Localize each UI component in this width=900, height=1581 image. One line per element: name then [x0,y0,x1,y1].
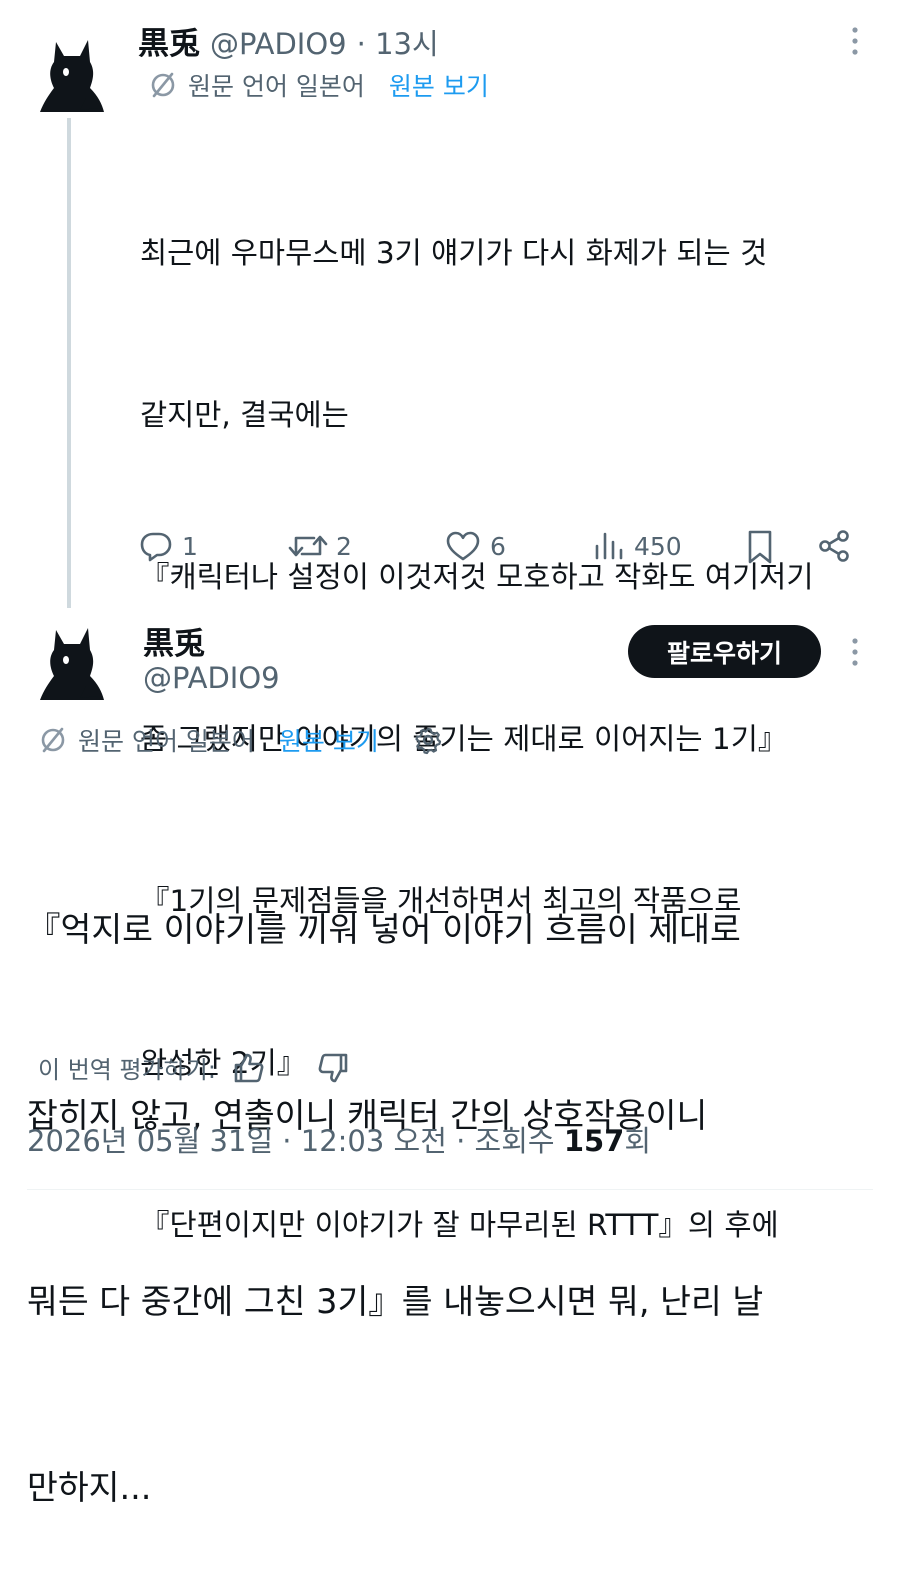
tweet-meta: 2026년 05월 31일 · 12:03 오전 · 조회수 157회 [27,1118,651,1160]
translation-row: 원문 언어 일본어 원본 보기 [38,722,443,758]
views-button[interactable]: 450 [592,528,682,564]
tweet1-actions: 1 2 6 450 [138,528,858,568]
repost-icon [288,535,328,557]
bookmark-button[interactable] [744,528,776,566]
more-icon[interactable] [851,26,859,60]
avatar[interactable] [40,626,104,702]
avatar-cat-silhouette [40,628,104,700]
translation-label: 원문 언어 일본어 [78,727,255,756]
share-button[interactable] [816,528,852,564]
follow-button[interactable]: 팔로우하기 [628,625,821,678]
translate-icon [151,72,175,98]
avatar-cat-silhouette [40,40,104,112]
views-icon [595,532,623,560]
reply-icon [140,532,172,562]
translation-label: 원문 언어 일본어 [188,72,365,101]
more-icon[interactable] [851,637,859,671]
repost-button[interactable]: 2 [288,528,352,564]
tweet-line: 같지만, 결국에는 [140,398,349,432]
tweet2-text: 『억지로 이야기를 끼워 넣어 이야기 흐름이 제대로 잡히지 않고, 연출이니… [27,775,887,1581]
avatar[interactable] [40,38,104,114]
tweet-line: 최근에 우마무스메 3기 얘기가 다시 화제가 되는 것 [140,236,768,270]
thread-connector [67,118,71,608]
tweet-line: 『억지로 이야기를 끼워 넣어 이야기 흐름이 제대로 [27,910,741,949]
show-original-link[interactable]: 원본 보기 [279,722,379,758]
author-name[interactable]: 黒兎 [138,18,200,63]
view-count: 157 [563,1124,625,1158]
thumbs-down-icon[interactable] [316,1051,350,1085]
divider [27,1189,873,1190]
tweet1-header: 黒兎 @PADIO9 · 13시 [138,18,439,63]
show-original-link[interactable]: 원본 보기 [389,67,489,103]
author-handle[interactable]: @PADIO9 [143,661,280,695]
like-icon [446,531,480,561]
tweet-time[interactable]: · 13시 [357,21,439,63]
rate-label: 이 번역 평가하기: [38,1056,216,1084]
views-count: 450 [634,531,682,561]
like-button[interactable]: 6 [444,528,506,564]
reply-button[interactable]: 1 [138,528,198,564]
tweet-line: 뭐든 다 중간에 그친 3기』를 내놓으시면 뭐, 난리 날 [27,1282,764,1321]
bookmark-icon [748,530,772,564]
timestamp[interactable]: 2026년 05월 31일 · 12:03 오전 · 조회수 [27,1124,564,1158]
translation-row: 원문 언어 일본어 원본 보기 [148,67,489,103]
translate-icon [41,727,65,753]
share-icon [819,530,849,562]
thumbs-up-icon[interactable] [232,1051,266,1085]
view-suffix: 회 [624,1124,652,1158]
gear-icon[interactable] [413,725,443,755]
reply-count: 1 [182,531,198,561]
like-count: 6 [490,531,506,561]
author-name[interactable]: 黒兎 [143,618,205,663]
author-handle[interactable]: @PADIO9 [210,27,347,61]
translation-rating: 이 번역 평가하기: [38,1050,350,1085]
tweet-line: 만하지... [27,1468,152,1507]
repost-count: 2 [336,531,352,561]
